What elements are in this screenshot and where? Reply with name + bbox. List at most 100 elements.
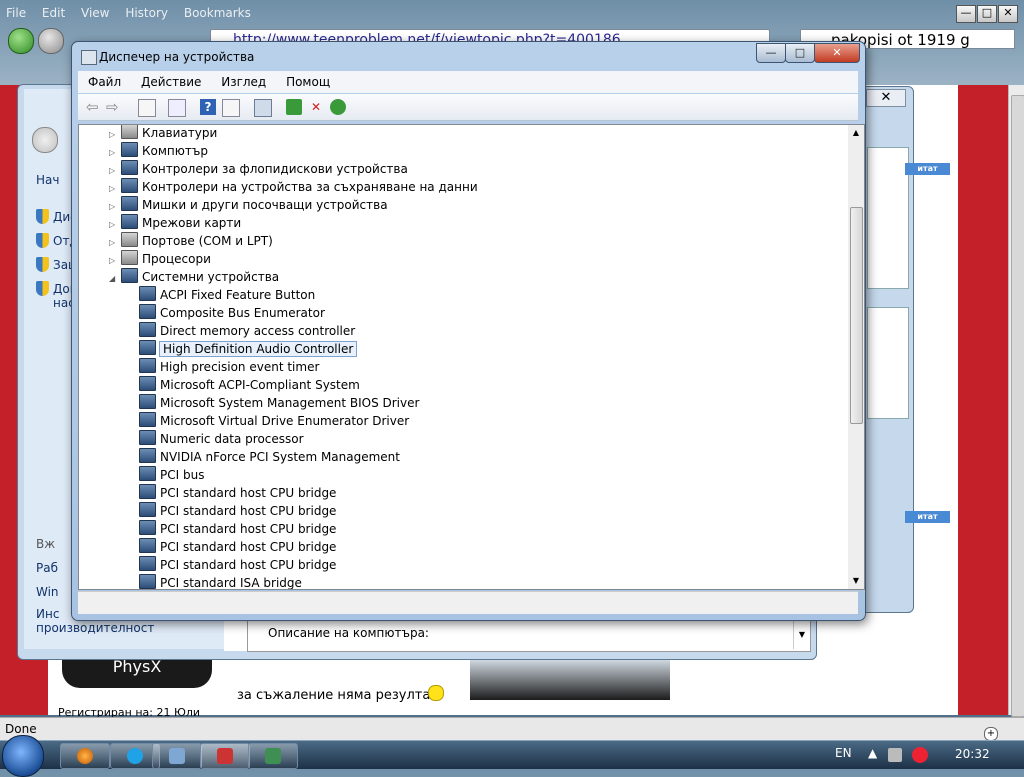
cpu-usage-graph — [867, 147, 909, 289]
system-device-icon — [139, 322, 156, 337]
device-item[interactable]: Microsoft Virtual Drive Enumerator Drive… — [137, 412, 409, 430]
device-category[interactable]: ▷ Мишки и други посочващи устройства — [109, 196, 388, 214]
menu-file[interactable]: File — [6, 6, 26, 20]
device-item[interactable]: PCI standard host CPU bridge — [137, 502, 336, 520]
taskbar-system-properties-button[interactable] — [152, 743, 202, 769]
sysprops-back-button[interactable] — [32, 127, 58, 153]
browser-close-button[interactable]: ✕ — [998, 5, 1018, 23]
menu-help[interactable]: Помощ — [286, 71, 330, 93]
device-item[interactable]: PCI standard host CPU bridge — [137, 538, 336, 556]
sidebar-home-link[interactable]: Нач — [36, 173, 59, 187]
menu-history[interactable]: History — [125, 6, 168, 20]
system-device-icon — [139, 412, 156, 427]
device-item[interactable]: Direct memory access controller — [137, 322, 355, 340]
menu-bookmarks[interactable]: Bookmarks — [184, 6, 251, 20]
device-item[interactable]: PCI standard ISA bridge — [137, 574, 302, 589]
quote-button[interactable]: итат — [905, 511, 950, 523]
chevron-down-icon[interactable]: ▼ — [793, 621, 810, 649]
enable-device-icon[interactable] — [330, 99, 346, 115]
taskbar-firefox-button[interactable] — [60, 743, 110, 769]
forward-icon[interactable]: ⇨ — [106, 99, 122, 115]
device-category-label: Системни устройства — [142, 270, 280, 284]
system-properties-icon — [169, 748, 185, 764]
system-device-icon — [139, 394, 156, 409]
device-category[interactable]: ▷ Контролери за флопидискови устройства — [109, 160, 408, 178]
device-item[interactable]: NVIDIA nForce PCI System Management — [137, 448, 400, 466]
window-title: Диспечер на устройства — [99, 50, 255, 64]
attached-screenshot-thumbnail[interactable] — [470, 660, 670, 700]
device-category[interactable]: ▷ Процесори — [109, 250, 211, 268]
device-item[interactable]: Microsoft ACPI-Compliant System — [137, 376, 360, 394]
device-item[interactable]: PCI bus — [137, 466, 204, 484]
system-device-icon — [139, 448, 156, 463]
scroll-down-icon[interactable]: ▼ — [848, 573, 864, 589]
minimize-button[interactable]: — — [756, 43, 786, 63]
device-item[interactable]: High precision event timer — [137, 358, 319, 376]
device-category[interactable]: ▷ Мрежови карти — [109, 214, 241, 232]
device-category[interactable]: ▷ Клавиатури — [109, 125, 217, 142]
network-adapter-icon — [121, 214, 138, 229]
back-button[interactable] — [8, 28, 34, 54]
device-manager-window: Диспечер на устройства — □ ✕ Файл Действ… — [71, 41, 866, 621]
device-category[interactable]: ▷ Компютър — [109, 142, 208, 160]
device-item-label: PCI standard host CPU bridge — [160, 486, 337, 500]
device-category[interactable]: ▷ Контролери на устройства за съхраняване… — [109, 178, 478, 196]
back-icon[interactable]: ⇦ — [86, 99, 102, 115]
language-indicator[interactable]: EN — [835, 746, 852, 760]
zoom-in-icon[interactable]: + — [984, 727, 998, 741]
uninstall-icon[interactable]: ✕ — [308, 99, 324, 115]
quote-button[interactable]: итат — [905, 163, 950, 175]
device-tree-scrollbar[interactable]: ▲ ▼ — [848, 124, 865, 590]
page-scrollbar-thumb[interactable] — [1011, 95, 1024, 717]
device-item[interactable]: PCI standard host CPU bridge — [137, 556, 336, 574]
menu-view[interactable]: View — [81, 6, 109, 20]
browser-maximize-button[interactable]: □ — [977, 5, 997, 23]
device-tree[interactable]: ▷ Клавиатури ▷ Компютър ▷ Контролери за флопи… — [78, 124, 850, 590]
collapse-arrow-icon[interactable]: ◢ — [109, 270, 119, 288]
device-category-label: Контролери за флопидискови устройства — [142, 162, 408, 176]
close-button[interactable]: ✕ — [814, 43, 860, 63]
start-button[interactable] — [2, 735, 44, 777]
see-also-link-1[interactable]: Раб — [36, 561, 58, 575]
help-icon[interactable]: ? — [200, 99, 216, 115]
maximize-button[interactable]: □ — [785, 43, 815, 63]
page-scrollbar[interactable] — [1008, 85, 1024, 717]
update-driver-icon[interactable] — [286, 99, 302, 115]
close-icon[interactable]: ✕ — [866, 89, 906, 107]
network-error-icon[interactable] — [912, 747, 928, 763]
scroll-up-icon[interactable]: ▲ — [848, 125, 864, 141]
taskbar-device-manager-button[interactable] — [248, 743, 298, 769]
see-also-link-2[interactable]: Win — [36, 585, 59, 599]
show-hide-tree-icon[interactable] — [168, 99, 186, 117]
device-item[interactable]: ACPI Fixed Feature Button — [137, 286, 315, 304]
clock[interactable]: 20:32 — [955, 747, 990, 761]
menu-view[interactable]: Изглед — [221, 71, 266, 93]
taskbar-task-manager-button[interactable] — [200, 743, 250, 769]
device-item[interactable]: PCI standard host CPU bridge — [137, 520, 336, 538]
see-also-heading: Вж — [36, 537, 56, 551]
menu-edit[interactable]: Edit — [42, 6, 65, 20]
page-right-border — [958, 85, 1008, 715]
scrollbar-thumb[interactable] — [850, 207, 863, 424]
scan-hardware-icon[interactable] — [254, 99, 272, 117]
device-category[interactable]: ◢ Системни устройства — [109, 268, 279, 286]
device-item[interactable]: Microsoft System Management BIOS Driver — [137, 394, 419, 412]
forward-button[interactable] — [38, 28, 64, 54]
device-item[interactable]: Composite Bus Enumerator — [137, 304, 325, 322]
storage-controller-icon — [121, 178, 138, 193]
device-item[interactable]: High Definition Audio Controller — [137, 340, 358, 358]
volume-icon[interactable] — [888, 748, 902, 762]
device-category-label: Мрежови карти — [142, 216, 242, 230]
tray-up-arrow-icon[interactable]: ▲ — [868, 746, 877, 760]
taskbar: EN ▲ 20:32 — [0, 735, 1024, 777]
properties-view-icon[interactable] — [138, 99, 156, 117]
system-device-icon — [139, 574, 156, 589]
post-text: за съжаление няма резултат — [237, 688, 438, 703]
device-item[interactable]: Numeric data processor — [137, 430, 304, 448]
action-pane-icon[interactable] — [222, 99, 240, 117]
device-category[interactable]: ▷ Портове (COM и LPT) — [109, 232, 273, 250]
device-item[interactable]: PCI standard host CPU bridge — [137, 484, 336, 502]
browser-minimize-button[interactable]: — — [956, 5, 976, 23]
menu-file[interactable]: Файл — [88, 71, 121, 93]
menu-action[interactable]: Действие — [141, 71, 201, 93]
